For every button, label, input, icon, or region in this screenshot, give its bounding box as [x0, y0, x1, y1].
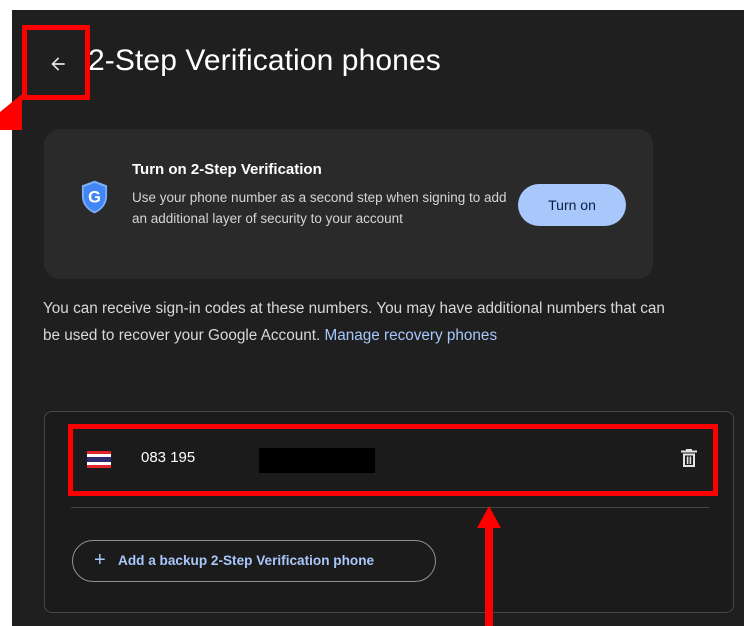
promo-card: G Turn on 2-Step Verification Use your p… — [44, 129, 653, 279]
redacted-digits — [259, 448, 375, 473]
add-backup-phone-button[interactable]: + Add a backup 2-Step Verification phone — [72, 540, 436, 582]
delete-phone-button[interactable] — [677, 446, 701, 470]
plus-icon: + — [94, 549, 106, 571]
page-title: 2-Step Verification phones — [88, 44, 441, 77]
back-button[interactable] — [44, 50, 72, 78]
screen: 2-Step Verification phones G Turn on 2-S… — [12, 10, 744, 626]
arrow-left-icon — [51, 57, 65, 71]
google-shield-icon: G — [81, 180, 108, 214]
trash-icon — [681, 449, 697, 467]
promo-description: Use your phone number as a second step w… — [132, 190, 507, 226]
svg-text:G: G — [88, 188, 101, 206]
add-phone-label: Add a backup 2-Step Verification phone — [118, 553, 375, 568]
thailand-flag-icon — [87, 451, 111, 468]
phones-card: 083 195 + Add a backup 2-Step Verificati… — [44, 411, 734, 613]
info-text: You can receive sign-in codes at these n… — [43, 296, 673, 349]
manage-recovery-phones-link[interactable]: Manage recovery phones — [324, 327, 497, 344]
page-header: 2-Step Verification phones — [12, 10, 744, 122]
promo-title: Turn on 2-Step Verification — [132, 161, 322, 178]
phone-list-item[interactable]: 083 195 — [69, 430, 713, 494]
turn-on-button[interactable]: Turn on — [518, 184, 626, 226]
phone-number: 083 195 — [141, 449, 196, 466]
divider — [71, 507, 709, 508]
